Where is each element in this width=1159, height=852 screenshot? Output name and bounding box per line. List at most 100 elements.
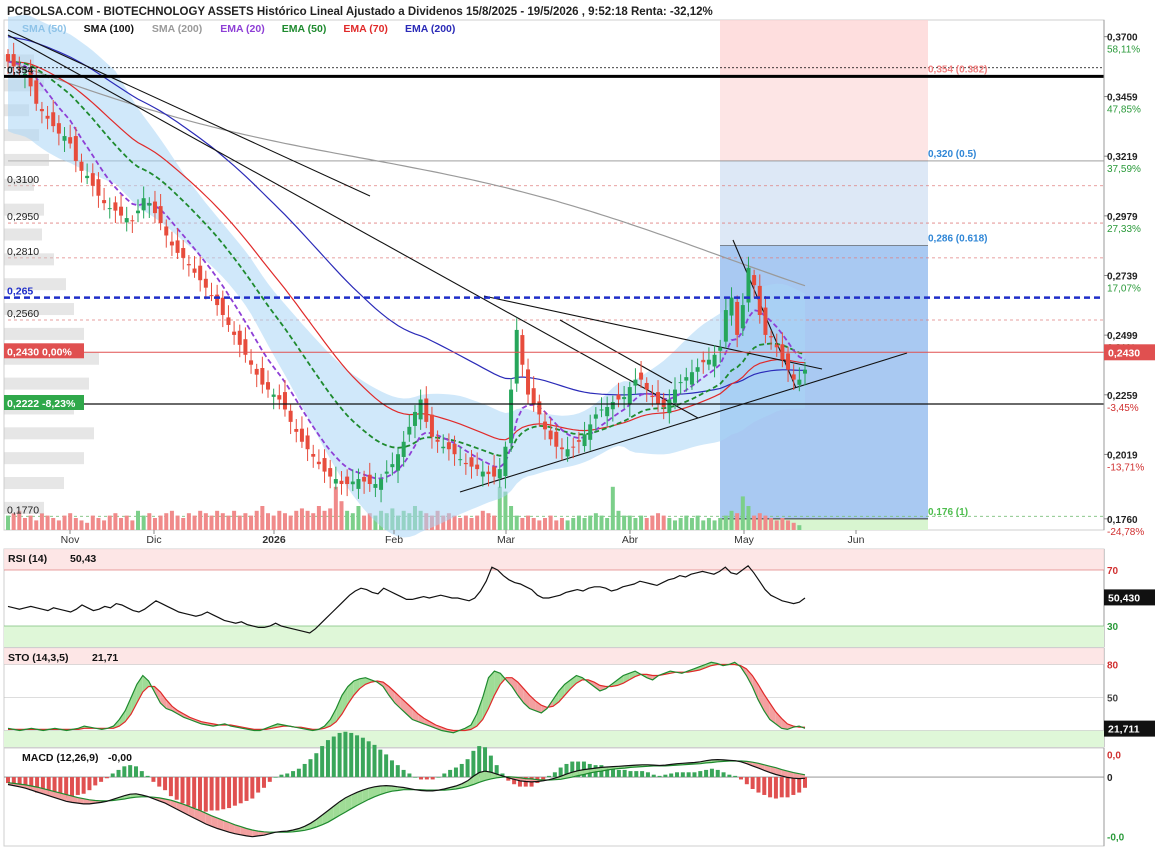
volume-bar-112 <box>639 515 644 530</box>
macd-hist-bar-132 <box>773 777 778 799</box>
fib-zone-0382 <box>720 76 928 161</box>
price-tick-pct-7: -13,71% <box>1107 462 1144 473</box>
volume-bar-122 <box>695 515 700 530</box>
candle-body-59 <box>339 480 344 485</box>
macd-hist-bar-125 <box>733 775 738 778</box>
rsi-panel: 70 30 50,430 RSI (14) 50,43 <box>3 548 1155 648</box>
candle-body-41 <box>237 330 242 345</box>
candle-body-18 <box>107 208 112 210</box>
volume-bar-7 <box>45 515 50 530</box>
legend-item-5: EMA (70) <box>343 23 388 35</box>
candle-body-122 <box>695 367 700 372</box>
volume-bar-120 <box>684 515 689 530</box>
candle-body-129 <box>735 301 740 335</box>
candle-body-130 <box>740 305 745 329</box>
macd-hist-bar-45 <box>267 777 272 782</box>
candle-body-121 <box>689 372 694 385</box>
candle-body-120 <box>684 377 689 381</box>
volume-bar-119 <box>678 518 683 530</box>
volume-bar-86 <box>492 515 497 530</box>
left-label-4: 0,265 <box>7 286 33 298</box>
volume-bar-85 <box>486 513 491 530</box>
fib-zone-1 <box>720 518 928 530</box>
volume-bar-136 <box>774 520 779 530</box>
volume-bar-20 <box>119 518 124 530</box>
macd-hist-bar-124 <box>727 774 732 778</box>
macd-hist-bar-24 <box>145 775 150 778</box>
macd-hist-bar-16 <box>99 777 104 782</box>
volume-bar-111 <box>633 518 638 530</box>
volume-bar-44 <box>254 510 259 530</box>
candle-body-39 <box>226 317 231 325</box>
current-price-label: 0,2430 <box>1108 347 1140 359</box>
x-tick-label-2: 2026 <box>262 534 286 546</box>
macd-hist-bar-27 <box>163 777 168 791</box>
left-label-5: 0,2560 <box>7 308 39 320</box>
volume-bar-9 <box>56 520 61 530</box>
macd-hist-bar-78 <box>459 763 464 778</box>
candle-body-11 <box>68 137 73 144</box>
profile-bar-4 <box>4 153 49 166</box>
volume-bar-6 <box>39 513 44 530</box>
volume-bar-140 <box>797 525 802 530</box>
volume-bar-115 <box>656 513 661 530</box>
candle-body-72 <box>412 411 417 426</box>
volume-bar-100 <box>571 518 576 530</box>
macd-hist-bar-17 <box>104 777 109 779</box>
volume-bar-28 <box>164 513 169 530</box>
candle-body-103 <box>588 424 593 440</box>
volume-bar-121 <box>689 518 694 530</box>
macd-hist-bar-35 <box>209 777 214 811</box>
macd-hist-bar-29 <box>174 777 179 800</box>
candle-body-86 <box>492 466 497 477</box>
candle-body-10 <box>62 136 67 141</box>
macd-hist-bar-28 <box>168 777 173 797</box>
volume-bar-10 <box>62 515 67 530</box>
macd-hist-bar-77 <box>453 767 458 778</box>
volume-bar-32 <box>186 513 191 530</box>
macd-hist-bar-12 <box>75 777 80 795</box>
volume-bar-84 <box>480 510 485 530</box>
volume-bar-92 <box>526 515 531 530</box>
candle-body-98 <box>559 447 564 450</box>
candle-body-56 <box>322 458 327 472</box>
macd-hist-bar-49 <box>291 771 296 778</box>
candle-body-123 <box>701 359 706 363</box>
macd-hist-bar-30 <box>180 777 185 804</box>
candle-body-136 <box>774 344 779 348</box>
macd-hist-bar-136 <box>797 777 802 793</box>
candle-body-83 <box>475 464 480 470</box>
candle-body-74 <box>424 398 429 422</box>
volume-bar-95 <box>542 518 547 530</box>
candle-body-40 <box>232 331 237 335</box>
macd-hist-bar-52 <box>308 759 313 778</box>
x-tick-label-7: Jun <box>848 534 865 546</box>
macd-hist-bar-115 <box>675 772 680 778</box>
volume-bar-54 <box>311 513 316 530</box>
volume-bar-4 <box>28 515 33 530</box>
sto-level-label-0: 80 <box>1107 661 1119 672</box>
macd-panel: 0,0 0 -0,0 MACD (12,26,9) -0,00 <box>3 731 1125 847</box>
volume-bar-34 <box>198 510 203 530</box>
rsi-line <box>7 564 806 634</box>
macd-hist-bar-94 <box>552 772 557 778</box>
rsi-value: 50,43 <box>70 553 96 565</box>
volume-bar-37 <box>215 510 220 530</box>
macd-hist-bar-126 <box>739 777 744 780</box>
candle-body-81 <box>463 462 468 465</box>
profile-bar-11 <box>4 327 84 340</box>
macd-tick-label-1: 0 <box>1107 773 1113 784</box>
candle-body-106 <box>605 406 610 417</box>
x-tick-label-1: Dic <box>146 534 161 546</box>
volume-bar-23 <box>136 510 141 530</box>
trendline-1 <box>7 34 699 419</box>
volume-bar-38 <box>220 513 225 530</box>
volume-bar-59 <box>339 501 344 530</box>
candle-body-50 <box>288 410 293 422</box>
volume-bar-114 <box>650 515 655 530</box>
volume-bar-79 <box>452 515 457 530</box>
price-tick-pct-8: -24,78% <box>1107 527 1144 538</box>
volume-bar-106 <box>605 518 610 530</box>
legend-item-4: EMA (50) <box>282 23 327 35</box>
rsi-level-label-1: 30 <box>1107 622 1119 633</box>
